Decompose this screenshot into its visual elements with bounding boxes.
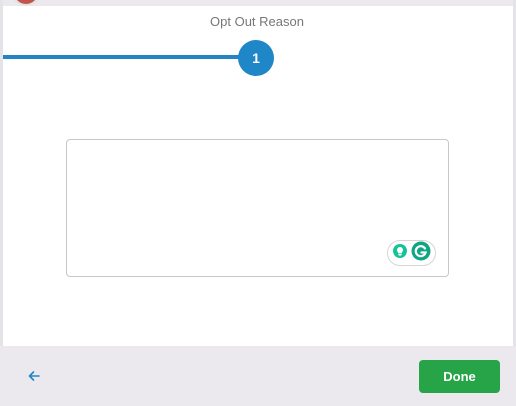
lightbulb-icon[interactable] (392, 243, 408, 264)
opt-out-dialog: Opt Out Reason 1 Done (0, 0, 516, 406)
arrow-left-icon (27, 369, 41, 388)
grammarly-logo-icon[interactable] (411, 241, 431, 266)
grammarly-widget[interactable] (387, 240, 436, 266)
done-button[interactable]: Done (419, 360, 500, 393)
step-title: Opt Out Reason (210, 14, 304, 29)
back-button[interactable] (22, 366, 46, 390)
dialog-top-strip (3, 0, 513, 6)
step-indicator: 1 (238, 40, 274, 76)
step-progress-line (3, 55, 243, 59)
